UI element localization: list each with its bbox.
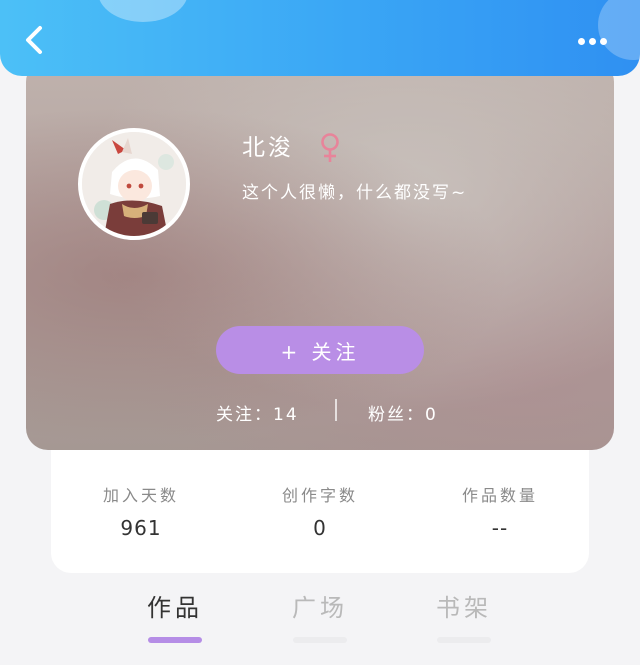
tab-label: 广场 [292,594,348,622]
stats-divider [335,399,337,421]
more-dots-icon [589,38,596,45]
chevron-left-icon [26,26,42,54]
stat-label: 作品数量 [461,486,538,505]
stat-works-count: 作品数量 -- [420,482,580,540]
avatar[interactable] [78,128,190,240]
back-button[interactable] [18,20,52,60]
stat-label: 加入天数 [102,486,179,505]
top-bar [0,0,640,76]
follow-button[interactable]: + 关注 [216,326,424,374]
tab-indicator [148,637,202,643]
stat-word-count: 创作字数 0 [240,482,400,540]
tab-plaza[interactable]: 广场 [265,588,375,643]
follow-stats: 关注：14 粉丝：0 [26,396,614,426]
tab-indicator [293,637,347,643]
profile-page: 北浚 这个人很懒，什么都没写~ + 关注 关注：14 粉丝：0 加入天数 961… [0,0,640,665]
tab-indicator [437,637,491,643]
avatar-illustration [82,132,186,236]
tab-works[interactable]: 作品 [120,588,230,643]
content-tabs: 作品 广场 书架 [0,588,640,658]
profile-card: 北浚 这个人很懒，什么都没写~ + 关注 关注：14 粉丝：0 [26,60,614,450]
stat-value: -- [491,516,509,540]
more-dots-icon [600,38,607,45]
stats-card: 加入天数 961 创作字数 0 作品数量 -- [51,430,589,573]
tab-label: 作品 [147,594,203,622]
stat-value: 961 [120,516,162,540]
username: 北浚 [242,135,294,161]
fans-count[interactable]: 粉丝：0 [368,400,438,425]
more-button[interactable] [578,30,616,48]
tab-bookshelf[interactable]: 书架 [409,588,519,643]
bio-text: 这个人很懒，什么都没写~ [242,183,468,203]
stat-value: 0 [313,516,327,540]
following-count[interactable]: 关注：14 [216,400,299,425]
stat-join-days: 加入天数 961 [61,482,221,540]
decor-bubble [98,0,188,22]
female-gender-icon [321,133,339,162]
tab-label: 书架 [436,594,492,622]
stat-label: 创作字数 [281,486,358,505]
follow-button-label: + 关注 [280,339,360,364]
more-dots-icon [578,38,585,45]
